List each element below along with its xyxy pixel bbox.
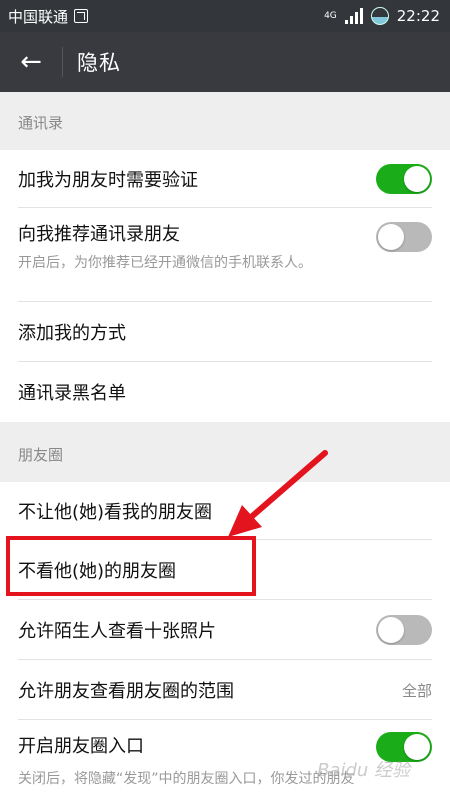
clock: 22:22: [396, 7, 440, 25]
blacklist-row[interactable]: 通讯录黑名单: [0, 362, 450, 422]
network-type: 4G: [324, 10, 337, 21]
toggle-knob: [378, 224, 404, 250]
recommend-label: 向我推荐通讯录朋友: [18, 224, 180, 245]
add-verify-row[interactable]: 加我为朋友时需要验证: [0, 150, 450, 208]
carrier-name: 中国联通: [8, 7, 69, 26]
contacts-group: 加我为朋友时需要验证 向我推荐通讯录朋友 开启后，为你推荐已经开通微信的手机联系…: [0, 150, 450, 422]
dont-see-moments-label: 不看他(她)的朋友圈: [18, 561, 177, 582]
back-button[interactable]: ←: [0, 32, 62, 92]
stranger-photos-toggle[interactable]: [376, 615, 432, 645]
visible-range-row[interactable]: 允许朋友查看朋友圈的范围 全部: [0, 660, 450, 720]
moments-entry-label: 开启朋友圈入口: [18, 736, 144, 757]
dont-see-moments-row[interactable]: 不看他(她)的朋友圈: [0, 540, 450, 600]
visible-range-label: 允许朋友查看朋友圈的范围: [18, 681, 234, 702]
back-arrow-icon: ←: [20, 47, 42, 77]
toggle-knob: [404, 166, 430, 192]
moments-group: 不让他(她)看我的朋友圈 不看他(她)的朋友圈 允许陌生人查看十张照片 允许朋友…: [0, 482, 450, 800]
recommend-row[interactable]: 向我推荐通讯录朋友 开启后，为你推荐已经开通微信的手机联系人。: [0, 208, 450, 302]
add-verify-label: 加我为朋友时需要验证: [18, 170, 198, 191]
blacklist-label: 通讯录黑名单: [18, 383, 126, 404]
page-title: 隐私: [77, 51, 121, 75]
app-bar: ← 隐私: [0, 32, 450, 92]
recommend-hint: 开启后，为你推荐已经开通微信的手机联系人。: [18, 255, 312, 271]
visible-range-value: 全部: [401, 681, 432, 700]
stranger-photos-row[interactable]: 允许陌生人查看十张照片: [0, 600, 450, 660]
stranger-photos-label: 允许陌生人查看十张照片: [18, 621, 216, 642]
signal-icon: [344, 8, 363, 24]
battery-icon: [370, 7, 389, 25]
hide-my-moments-label: 不让他(她)看我的朋友圈: [18, 502, 213, 523]
screenshot-icon: [74, 9, 89, 23]
toggle-knob: [378, 617, 404, 643]
section-header-moments: 朋友圈: [18, 445, 64, 464]
recommend-toggle[interactable]: [376, 222, 432, 252]
add-methods-label: 添加我的方式: [18, 323, 126, 344]
moments-entry-hint: 关闭后，将隐藏“发现”中的朋友圈入口，你发过的朋友: [18, 771, 355, 787]
hide-my-moments-row[interactable]: 不让他(她)看我的朋友圈: [0, 482, 450, 540]
add-methods-row[interactable]: 添加我的方式: [0, 302, 450, 362]
add-verify-toggle[interactable]: [376, 164, 432, 194]
watermark: Baidu 经验: [317, 760, 410, 781]
section-header-contacts: 通讯录: [18, 113, 64, 132]
status-bar: 中国联通 4G 22:22: [0, 0, 450, 32]
